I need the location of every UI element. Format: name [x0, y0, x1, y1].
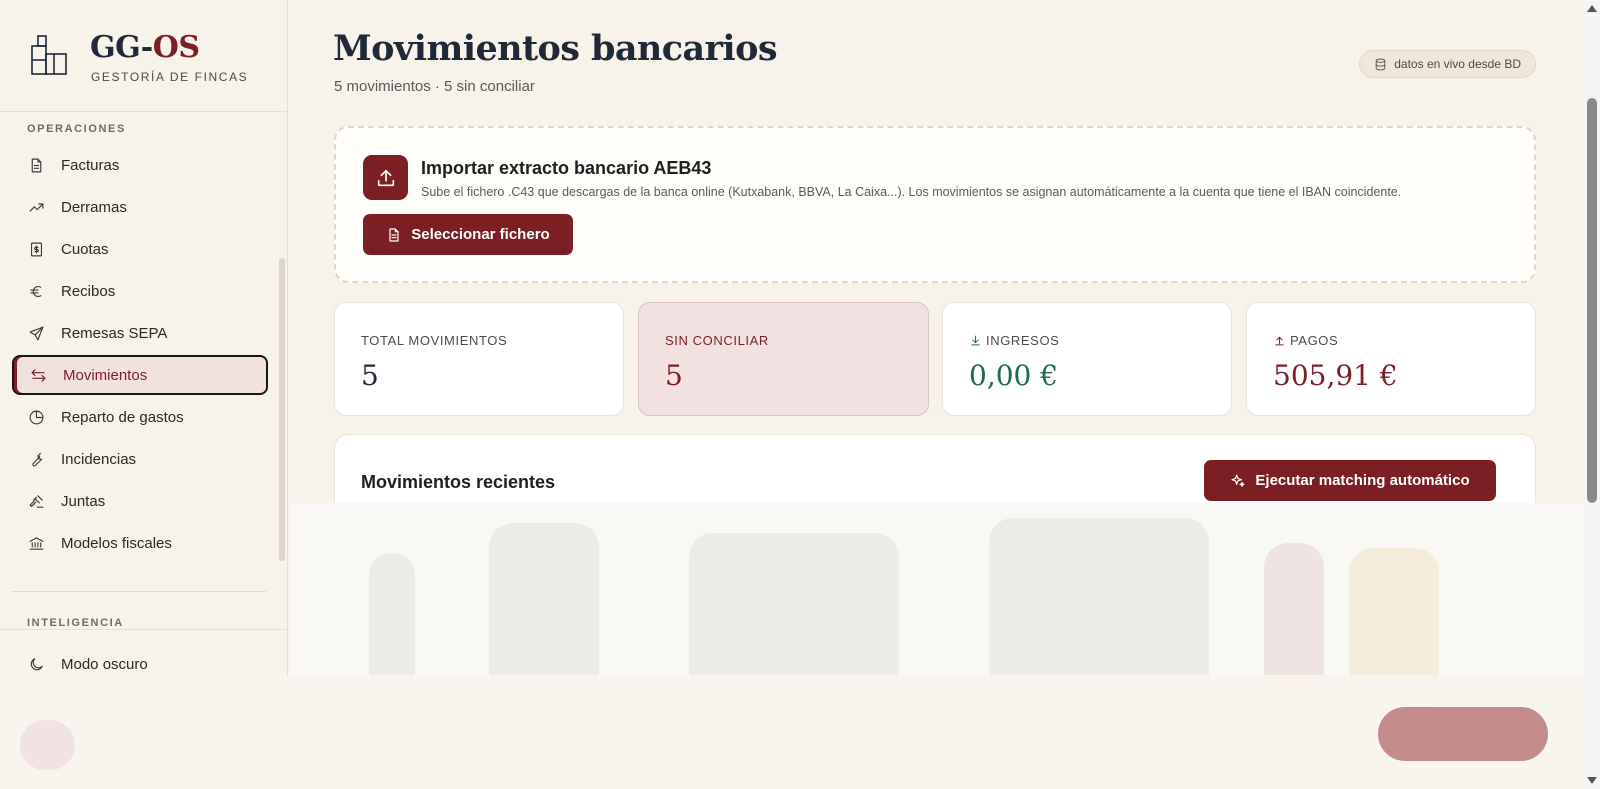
import-description: Sube el fichero .C43 que descargas de la…	[421, 185, 1402, 199]
blurred-floating-button[interactable]	[1378, 707, 1548, 761]
stat-pagos: PAGOS 505,91 €	[1246, 302, 1536, 416]
sidebar-item-juntas[interactable]: Juntas	[12, 481, 268, 521]
sidebar-item-label: Derramas	[61, 198, 127, 216]
section-label-inteligencia: INTELIGENCIA	[27, 617, 124, 629]
stat-label: INGRESOS	[986, 333, 1060, 348]
gavel-icon	[27, 492, 45, 510]
sidebar: GG-OS GESTORÍA DE FINCAS OPERACIONES Fac…	[0, 0, 288, 789]
building-logo-icon	[31, 35, 67, 75]
live-data-badge: datos en vivo desde BD	[1359, 50, 1536, 78]
pie-chart-icon	[27, 408, 45, 426]
stat-sin-conciliar[interactable]: SIN CONCILIAR 5	[638, 302, 929, 416]
database-icon	[1375, 58, 1386, 70]
sidebar-item-remesas-sepa[interactable]: Remesas SEPA	[12, 313, 268, 353]
bank-icon	[27, 534, 45, 552]
arrow-up-icon	[1275, 336, 1284, 346]
page-title: Movimientos bancarios	[333, 28, 778, 69]
loading-overlay-bottom	[0, 675, 1600, 789]
sidebar-item-label: Recibos	[61, 282, 116, 300]
stat-label: PAGOS	[1290, 333, 1339, 348]
import-card[interactable]: Importar extracto bancario AEB43 Sube el…	[334, 126, 1536, 283]
stat-label: TOTAL MOVIMIENTOS	[361, 333, 508, 348]
live-data-label: datos en vivo desde BD	[1394, 57, 1521, 71]
sidebar-item-reparto-de-gastos[interactable]: Reparto de gastos	[12, 397, 268, 437]
auto-matching-label: Ejecutar matching automático	[1255, 472, 1470, 489]
trending-up-icon	[27, 198, 45, 216]
arrows-swap-icon	[29, 366, 47, 384]
scroll-thumb[interactable]	[1587, 98, 1597, 503]
sidebar-footer-divider	[0, 629, 288, 630]
euro-icon	[27, 282, 45, 300]
arrow-down-icon	[971, 335, 980, 346]
file-icon	[389, 227, 399, 242]
sidebar-item-facturas[interactable]: Facturas	[12, 145, 268, 185]
page-scrollbar[interactable]	[1584, 0, 1600, 789]
brand[interactable]: GG-OS GESTORÍA DE FINCAS	[0, 0, 288, 112]
sidebar-item-incidencias[interactable]: Incidencias	[12, 439, 268, 479]
blurred-avatar	[20, 720, 75, 770]
sidebar-divider	[12, 591, 266, 592]
stat-value: 0,00 €	[969, 359, 1059, 392]
stat-value: 505,91 €	[1273, 359, 1398, 392]
page-subtitle: 5 movimientos · 5 sin conciliar	[334, 78, 535, 95]
stat-label-wrapper: PAGOS	[1273, 333, 1338, 348]
auto-matching-button[interactable]: Ejecutar matching automático	[1204, 460, 1496, 501]
receipt-dollar-icon	[27, 240, 45, 258]
stat-value: 5	[361, 359, 379, 392]
stat-total-movimientos: TOTAL MOVIMIENTOS 5	[334, 302, 624, 416]
dark-mode-label: Modo oscuro	[61, 655, 148, 673]
sidebar-scrollbar[interactable]	[279, 258, 285, 561]
select-file-label: Seleccionar fichero	[411, 226, 550, 243]
recent-movements-title: Movimientos recientes	[361, 472, 556, 492]
sidebar-item-recibos[interactable]: Recibos	[12, 271, 268, 311]
sparkles-icon	[1231, 473, 1245, 487]
file-text-icon	[27, 156, 45, 174]
scroll-down-icon[interactable]	[1587, 777, 1597, 784]
section-label-operaciones: OPERACIONES	[27, 123, 126, 135]
sidebar-item-label: Facturas	[61, 156, 120, 174]
stat-label: SIN CONCILIAR	[665, 333, 769, 348]
moon-icon	[27, 655, 45, 673]
sidebar-item-label: Remesas SEPA	[61, 324, 168, 342]
select-file-button[interactable]: Seleccionar fichero	[363, 214, 573, 255]
stat-ingresos: INGRESOS 0,00 €	[942, 302, 1232, 416]
import-title: Importar extracto bancario AEB43	[421, 158, 712, 178]
brand-subtitle: GESTORÍA DE FINCAS	[91, 70, 249, 84]
sidebar-item-label: Incidencias	[61, 450, 137, 468]
send-icon	[27, 324, 45, 342]
sidebar-item-label: Juntas	[61, 492, 106, 510]
sidebar-item-label: Cuotas	[61, 240, 109, 258]
stat-value: 5	[665, 359, 683, 392]
sidebar-item-modelos-fiscales[interactable]: Modelos fiscales	[12, 523, 268, 563]
sidebar-item-movimientos[interactable]: Movimientos	[12, 355, 268, 395]
brand-name: GG-OS	[90, 30, 200, 65]
stat-label-wrapper: INGRESOS	[969, 333, 1059, 348]
upload-icon	[363, 155, 408, 200]
wrench-icon	[27, 450, 45, 468]
sidebar-item-label: Movimientos	[63, 366, 148, 384]
sidebar-item-label: Reparto de gastos	[61, 408, 184, 426]
scroll-up-icon[interactable]	[1587, 5, 1597, 12]
sidebar-item-derramas[interactable]: Derramas	[12, 187, 268, 227]
sidebar-item-cuotas[interactable]: Cuotas	[12, 229, 268, 269]
sidebar-item-label: Modelos fiscales	[61, 534, 172, 552]
